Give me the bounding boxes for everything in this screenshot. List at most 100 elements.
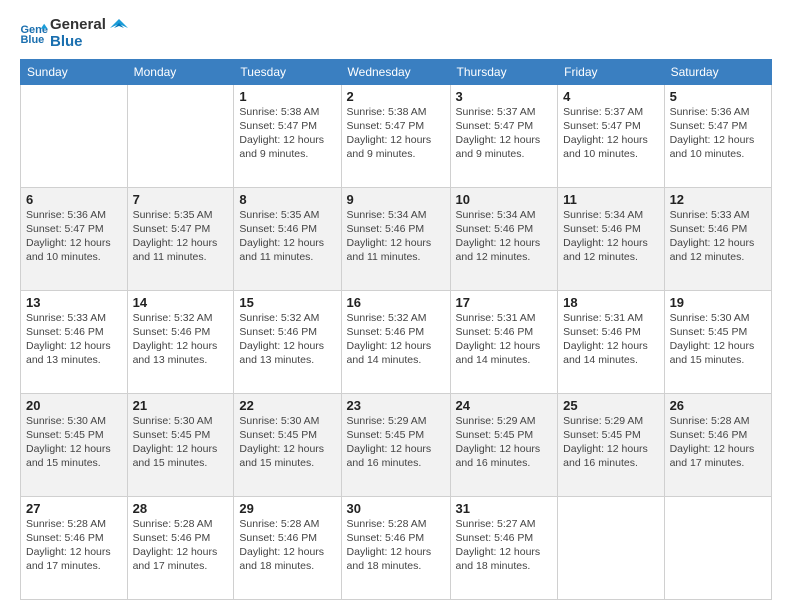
day-number: 17 <box>456 295 553 310</box>
day-number: 18 <box>563 295 658 310</box>
calendar-cell: 2Sunrise: 5:38 AM Sunset: 5:47 PM Daylig… <box>341 84 450 187</box>
calendar-week-1: 1 Sunrise: 5:38 AM Sunset: 5:47 PM Daylig… <box>21 84 772 187</box>
day-number: 15 <box>239 295 335 310</box>
calendar-cell: 17Sunrise: 5:31 AM Sunset: 5:46 PM Dayli… <box>450 290 558 393</box>
day-number: 8 <box>239 192 335 207</box>
day-info: Sunrise: 5:28 AM Sunset: 5:46 PM Dayligh… <box>670 414 766 471</box>
day-info: Sunrise: 5:32 AM Sunset: 5:46 PM Dayligh… <box>347 311 445 368</box>
day-info: Sunrise: 5:29 AM Sunset: 5:45 PM Dayligh… <box>347 414 445 471</box>
calendar-cell: 23Sunrise: 5:29 AM Sunset: 5:45 PM Dayli… <box>341 393 450 496</box>
calendar-cell: 13Sunrise: 5:33 AM Sunset: 5:46 PM Dayli… <box>21 290 128 393</box>
day-number: 27 <box>26 501 122 516</box>
calendar-header-friday: Friday <box>558 59 664 84</box>
day-number: 28 <box>133 501 229 516</box>
calendar-header-saturday: Saturday <box>664 59 771 84</box>
logo-line2: Blue <box>50 33 106 50</box>
calendar-cell: 6Sunrise: 5:36 AM Sunset: 5:47 PM Daylig… <box>21 187 128 290</box>
day-info: Sunrise: 5:28 AM Sunset: 5:46 PM Dayligh… <box>26 517 122 574</box>
day-info: Sunrise: 5:28 AM Sunset: 5:46 PM Dayligh… <box>239 517 335 574</box>
calendar-cell: 28Sunrise: 5:28 AM Sunset: 5:46 PM Dayli… <box>127 496 234 599</box>
day-info: Sunrise: 5:29 AM Sunset: 5:45 PM Dayligh… <box>456 414 553 471</box>
day-info: Sunrise: 5:38 AM Sunset: 5:47 PM Dayligh… <box>347 105 445 162</box>
logo-arrow-icon <box>110 19 128 37</box>
day-number: 25 <box>563 398 658 413</box>
day-info: Sunrise: 5:32 AM Sunset: 5:46 PM Dayligh… <box>239 311 335 368</box>
day-number: 14 <box>133 295 229 310</box>
calendar-cell: 29Sunrise: 5:28 AM Sunset: 5:46 PM Dayli… <box>234 496 341 599</box>
calendar-week-4: 20Sunrise: 5:30 AM Sunset: 5:45 PM Dayli… <box>21 393 772 496</box>
day-number: 29 <box>239 501 335 516</box>
day-info: Sunrise: 5:28 AM Sunset: 5:46 PM Dayligh… <box>347 517 445 574</box>
calendar-cell: 1Sunrise: 5:38 AM Sunset: 5:47 PM Daylig… <box>234 84 341 187</box>
day-number: 7 <box>133 192 229 207</box>
day-info: Sunrise: 5:30 AM Sunset: 5:45 PM Dayligh… <box>670 311 766 368</box>
calendar-cell: 19Sunrise: 5:30 AM Sunset: 5:45 PM Dayli… <box>664 290 771 393</box>
day-info: Sunrise: 5:34 AM Sunset: 5:46 PM Dayligh… <box>347 208 445 265</box>
calendar-cell: 18Sunrise: 5:31 AM Sunset: 5:46 PM Dayli… <box>558 290 664 393</box>
calendar-table: SundayMondayTuesdayWednesdayThursdayFrid… <box>20 59 772 601</box>
calendar-cell <box>558 496 664 599</box>
calendar-cell: 4Sunrise: 5:37 AM Sunset: 5:47 PM Daylig… <box>558 84 664 187</box>
day-number: 20 <box>26 398 122 413</box>
day-info: Sunrise: 5:28 AM Sunset: 5:46 PM Dayligh… <box>133 517 229 574</box>
day-number: 19 <box>670 295 766 310</box>
day-info: Sunrise: 5:27 AM Sunset: 5:46 PM Dayligh… <box>456 517 553 574</box>
calendar-cell: 3Sunrise: 5:37 AM Sunset: 5:47 PM Daylig… <box>450 84 558 187</box>
day-info: Sunrise: 5:36 AM Sunset: 5:47 PM Dayligh… <box>26 208 122 265</box>
day-number: 5 <box>670 89 766 104</box>
day-info: Sunrise: 5:30 AM Sunset: 5:45 PM Dayligh… <box>133 414 229 471</box>
calendar-cell <box>664 496 771 599</box>
calendar-week-3: 13Sunrise: 5:33 AM Sunset: 5:46 PM Dayli… <box>21 290 772 393</box>
calendar-week-2: 6Sunrise: 5:36 AM Sunset: 5:47 PM Daylig… <box>21 187 772 290</box>
day-info: Sunrise: 5:31 AM Sunset: 5:46 PM Dayligh… <box>563 311 658 368</box>
generalblue-logo-icon: General Blue <box>20 22 48 44</box>
header: General Blue General Blue <box>20 16 772 51</box>
day-info: Sunrise: 5:30 AM Sunset: 5:45 PM Dayligh… <box>26 414 122 471</box>
calendar-cell: 15Sunrise: 5:32 AM Sunset: 5:46 PM Dayli… <box>234 290 341 393</box>
calendar-header-sunday: Sunday <box>21 59 128 84</box>
day-number: 30 <box>347 501 445 516</box>
day-info: Sunrise: 5:33 AM Sunset: 5:46 PM Dayligh… <box>670 208 766 265</box>
calendar-header-row: SundayMondayTuesdayWednesdayThursdayFrid… <box>21 59 772 84</box>
day-number: 1 <box>239 89 335 104</box>
day-number: 31 <box>456 501 553 516</box>
day-number: 3 <box>456 89 553 104</box>
calendar-cell: 24Sunrise: 5:29 AM Sunset: 5:45 PM Dayli… <box>450 393 558 496</box>
day-number: 16 <box>347 295 445 310</box>
calendar-cell: 20Sunrise: 5:30 AM Sunset: 5:45 PM Dayli… <box>21 393 128 496</box>
calendar-cell: 31Sunrise: 5:27 AM Sunset: 5:46 PM Dayli… <box>450 496 558 599</box>
calendar-cell: 27Sunrise: 5:28 AM Sunset: 5:46 PM Dayli… <box>21 496 128 599</box>
day-number: 11 <box>563 192 658 207</box>
day-number: 10 <box>456 192 553 207</box>
calendar-week-5: 27Sunrise: 5:28 AM Sunset: 5:46 PM Dayli… <box>21 496 772 599</box>
day-number: 12 <box>670 192 766 207</box>
day-info: Sunrise: 5:37 AM Sunset: 5:47 PM Dayligh… <box>456 105 553 162</box>
day-number: 4 <box>563 89 658 104</box>
day-info: Sunrise: 5:29 AM Sunset: 5:45 PM Dayligh… <box>563 414 658 471</box>
calendar-cell: 25Sunrise: 5:29 AM Sunset: 5:45 PM Dayli… <box>558 393 664 496</box>
day-info: Sunrise: 5:36 AM Sunset: 5:47 PM Dayligh… <box>670 105 766 162</box>
day-number: 9 <box>347 192 445 207</box>
calendar-cell: 16Sunrise: 5:32 AM Sunset: 5:46 PM Dayli… <box>341 290 450 393</box>
day-info: Sunrise: 5:35 AM Sunset: 5:46 PM Dayligh… <box>239 208 335 265</box>
day-info: Sunrise: 5:31 AM Sunset: 5:46 PM Dayligh… <box>456 311 553 368</box>
calendar-cell: 7Sunrise: 5:35 AM Sunset: 5:47 PM Daylig… <box>127 187 234 290</box>
day-info: Sunrise: 5:37 AM Sunset: 5:47 PM Dayligh… <box>563 105 658 162</box>
calendar-header-wednesday: Wednesday <box>341 59 450 84</box>
calendar-cell: 9Sunrise: 5:34 AM Sunset: 5:46 PM Daylig… <box>341 187 450 290</box>
calendar-cell: 14Sunrise: 5:32 AM Sunset: 5:46 PM Dayli… <box>127 290 234 393</box>
day-number: 22 <box>239 398 335 413</box>
calendar-cell: 21Sunrise: 5:30 AM Sunset: 5:45 PM Dayli… <box>127 393 234 496</box>
day-number: 6 <box>26 192 122 207</box>
calendar-cell <box>127 84 234 187</box>
calendar-header-thursday: Thursday <box>450 59 558 84</box>
day-info: Sunrise: 5:30 AM Sunset: 5:45 PM Dayligh… <box>239 414 335 471</box>
day-number: 2 <box>347 89 445 104</box>
calendar-cell: 22Sunrise: 5:30 AM Sunset: 5:45 PM Dayli… <box>234 393 341 496</box>
day-number: 23 <box>347 398 445 413</box>
calendar-cell: 26Sunrise: 5:28 AM Sunset: 5:46 PM Dayli… <box>664 393 771 496</box>
day-info: Sunrise: 5:33 AM Sunset: 5:46 PM Dayligh… <box>26 311 122 368</box>
day-info: Sunrise: 5:32 AM Sunset: 5:46 PM Dayligh… <box>133 311 229 368</box>
calendar-cell: 5Sunrise: 5:36 AM Sunset: 5:47 PM Daylig… <box>664 84 771 187</box>
page: General Blue General Blue SundayMondayTu… <box>0 0 792 612</box>
